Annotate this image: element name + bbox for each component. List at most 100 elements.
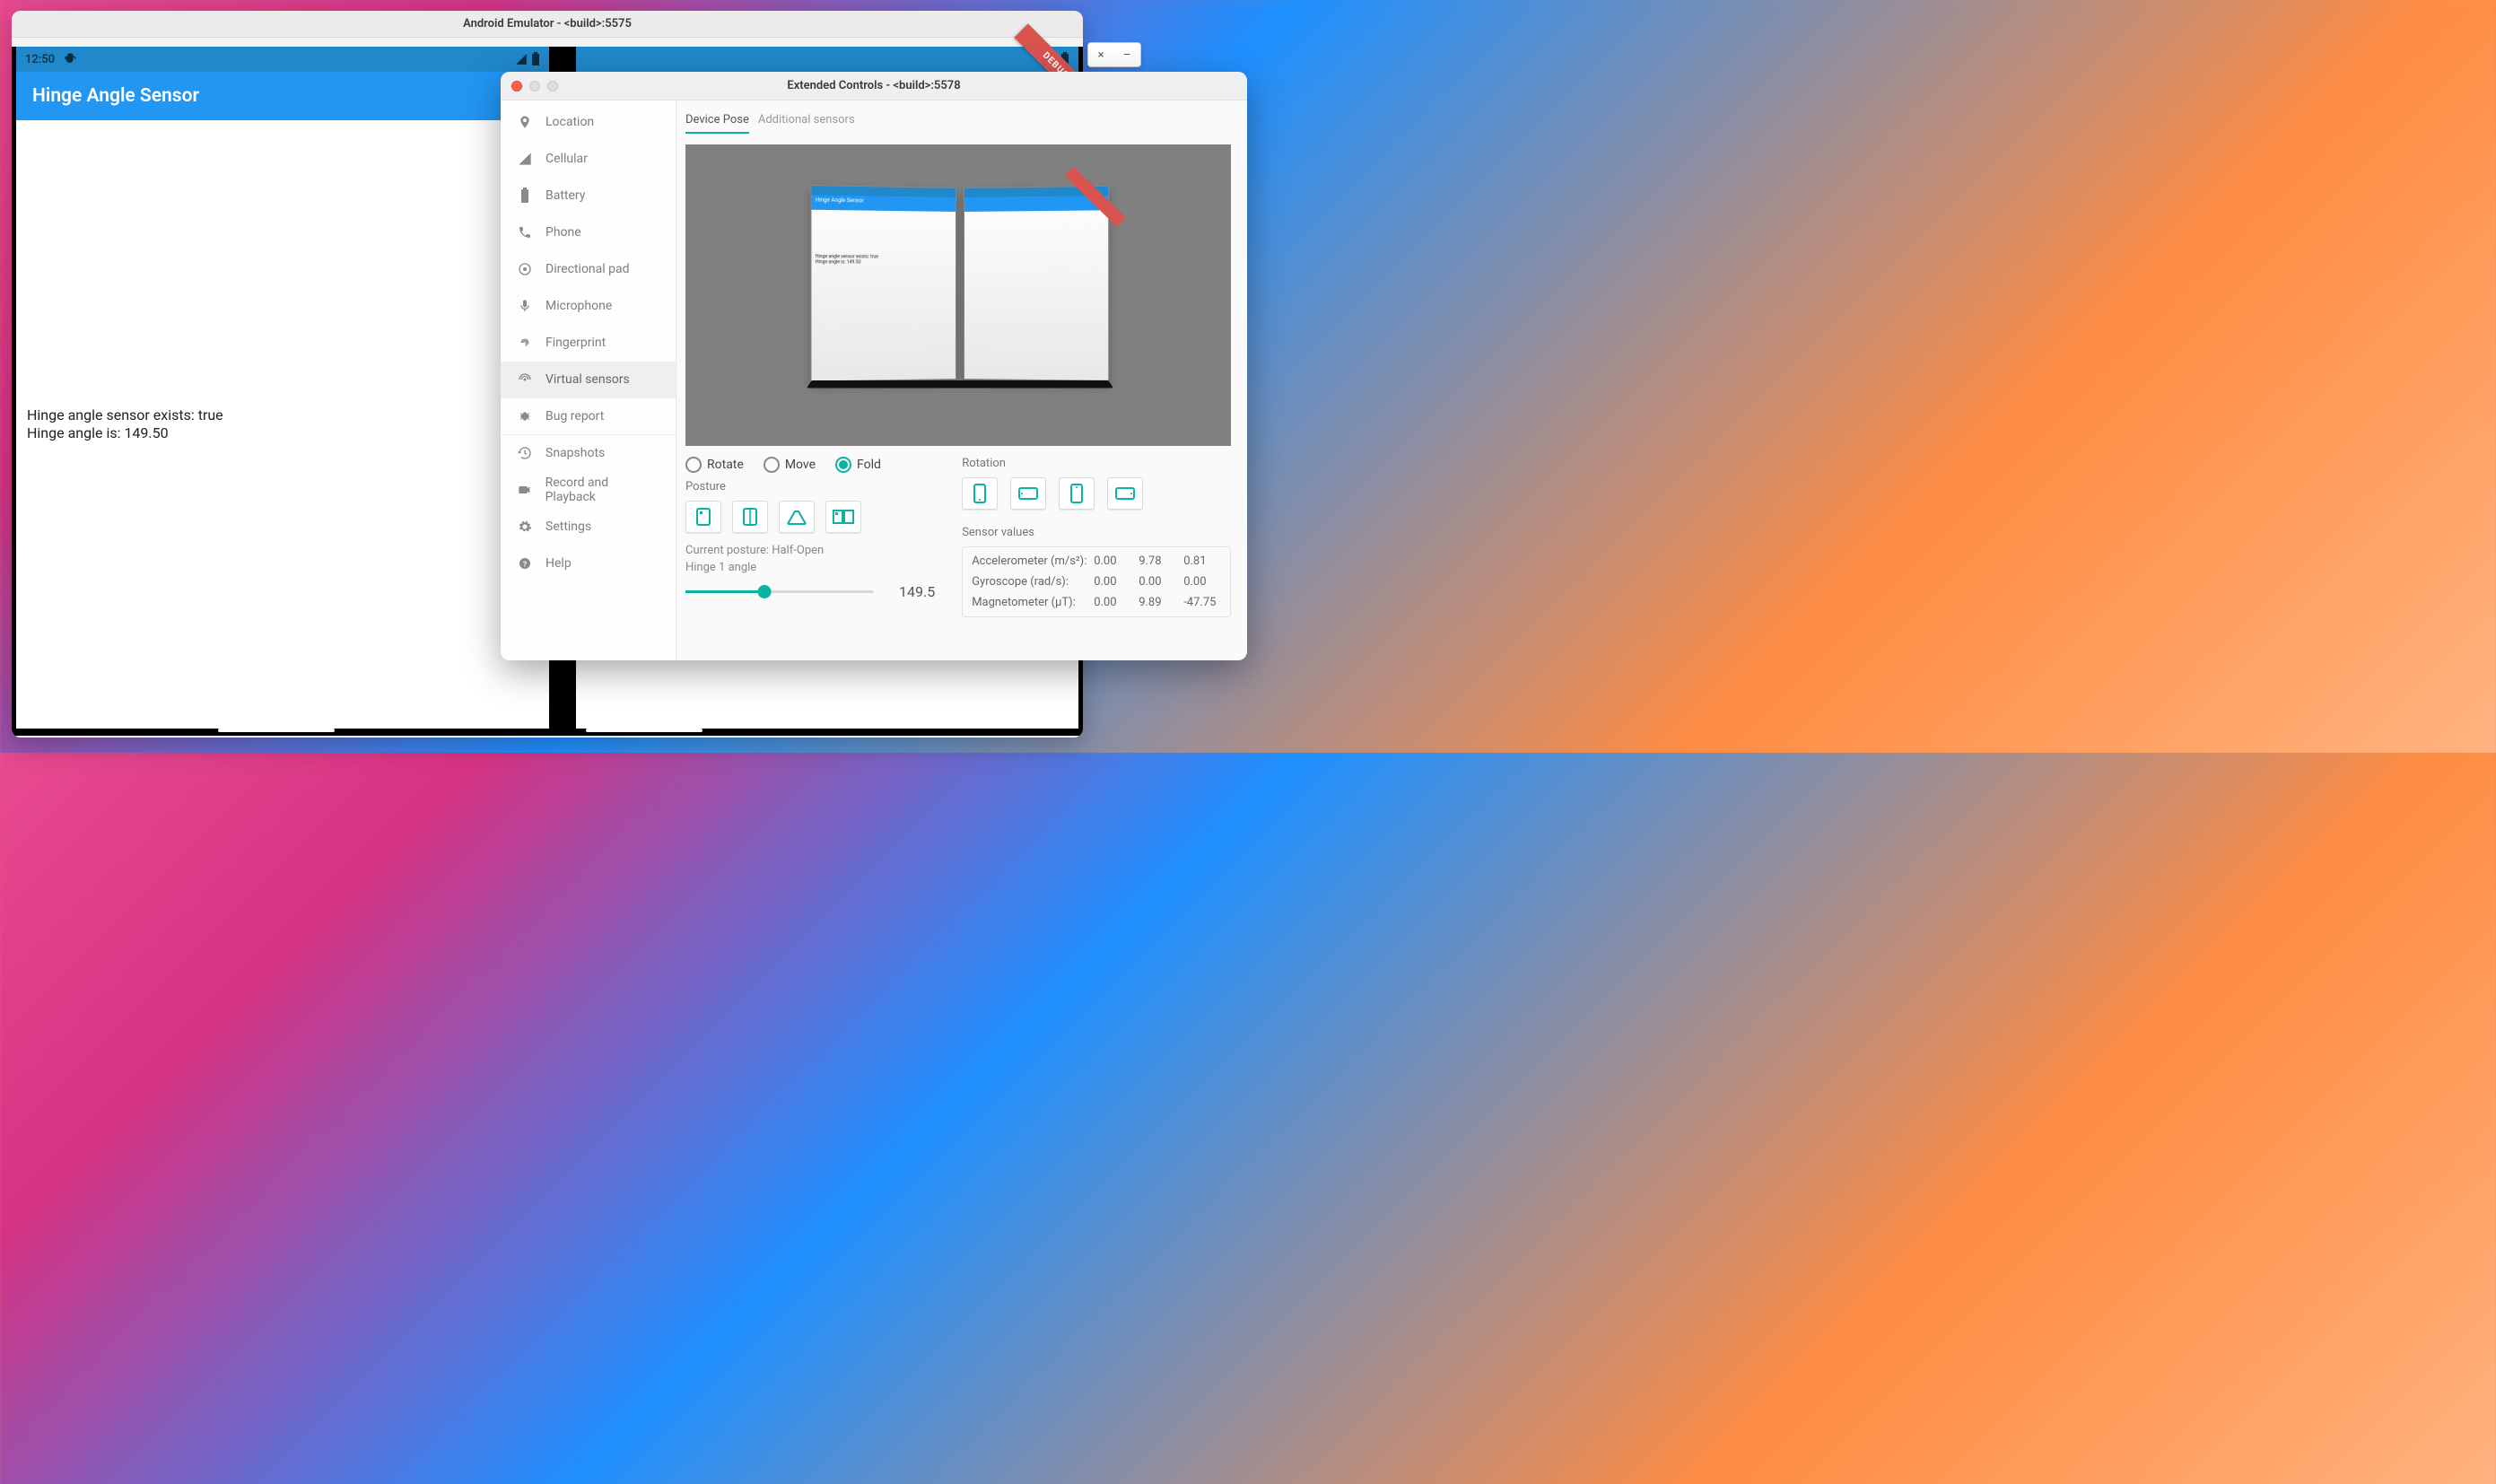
sidebar-item-settings[interactable]: Settings	[501, 509, 676, 546]
gesture-bar-left[interactable]	[218, 729, 335, 732]
sidebar-item-phone[interactable]: Phone	[501, 214, 676, 251]
location-icon	[517, 114, 533, 130]
help-icon: ?	[517, 555, 533, 572]
hinge-angle-slider[interactable]	[685, 590, 874, 593]
window-minimize-button[interactable]	[529, 81, 540, 92]
android-status-bar-right: DEBUG	[576, 47, 1078, 72]
sidebar-item-label: Virtual sensors	[545, 372, 630, 387]
mag-y: 9.89	[1139, 596, 1173, 609]
magnetometer-label: Magnetometer (µT):	[972, 596, 1088, 609]
pose-mode-radios: Rotate Move Fold	[685, 457, 935, 473]
sidebar-item-label: Directional pad	[545, 262, 630, 276]
phone-icon	[517, 224, 533, 240]
sidebar-item-fingerprint[interactable]: Fingerprint	[501, 325, 676, 362]
emulator-title: Android Emulator - <build>:5575	[463, 17, 632, 31]
device-left-display: 12:50 Hinge Angl	[16, 47, 549, 729]
body-line-1: Hinge angle sensor exists: true	[27, 406, 538, 424]
gyro-y: 0.00	[1139, 575, 1173, 589]
extended-controls-window: Extended Controls - <build>:5578 Locatio…	[501, 72, 1247, 660]
extended-tabs: Device Pose Additional sensors	[685, 113, 1231, 134]
hinge-angle-value: 149.5	[899, 583, 935, 600]
sidebar-item-dpad[interactable]: Directional pad	[501, 251, 676, 288]
sidebar-item-label: Help	[545, 556, 572, 571]
window-close-button[interactable]	[511, 81, 522, 92]
sidebar-item-record[interactable]: Record and Playback	[501, 472, 676, 509]
extended-title: Extended Controls - <build>:5578	[787, 79, 960, 92]
sidebar-item-label: Phone	[545, 225, 581, 240]
dpad-icon	[517, 261, 533, 277]
app-body: Hinge angle sensor exists: true Hinge an…	[16, 120, 549, 729]
sidebar-item-location[interactable]: Location	[501, 104, 676, 141]
gesture-bar-right[interactable]	[586, 729, 703, 732]
accel-y: 9.78	[1139, 554, 1173, 568]
sidebar-item-label: Cellular	[545, 152, 588, 166]
sensor-values-box: Accelerometer (m/s²): 0.00 9.78 0.81 Gyr…	[962, 546, 1231, 617]
tab-device-pose[interactable]: Device Pose	[685, 113, 749, 134]
posture-half-open-button[interactable]	[779, 501, 815, 533]
sidebar-item-label: Snapshots	[545, 446, 605, 460]
window-zoom-button[interactable]	[547, 81, 558, 92]
accel-x: 0.00	[1094, 554, 1128, 568]
radio-rotate[interactable]: Rotate	[685, 457, 744, 473]
svg-text:?: ?	[523, 560, 527, 569]
posture-flat-button[interactable]	[732, 501, 768, 533]
sensor-values-heading: Sensor values	[962, 526, 1231, 539]
rotation-portrait-rev-button[interactable]	[1059, 477, 1095, 510]
background-window-controls[interactable]: × –	[1087, 42, 1141, 67]
preview-left-screen: Hinge Angle Sensor Hinge angle sensor ex…	[810, 185, 956, 381]
slider-thumb[interactable]	[758, 585, 772, 598]
gear-icon	[517, 519, 533, 535]
radio-icon	[685, 457, 702, 473]
radio-move[interactable]: Move	[764, 457, 816, 473]
extended-titlebar[interactable]: Extended Controls - <build>:5578	[501, 72, 1247, 100]
pose-3d-preview[interactable]: Hinge Angle Sensor Hinge angle sensor ex…	[685, 144, 1231, 446]
posture-open-button[interactable]	[825, 501, 861, 533]
gyro-x: 0.00	[1094, 575, 1128, 589]
body-line-2: Hinge angle is: 149.50	[27, 424, 538, 442]
radio-icon	[764, 457, 780, 473]
rotation-landscape-button[interactable]	[1010, 477, 1046, 510]
sidebar-item-battery[interactable]: Battery	[501, 178, 676, 214]
battery-icon	[531, 52, 540, 66]
extended-main: Device Pose Additional sensors Hinge Ang…	[676, 100, 1247, 660]
rotation-label: Rotation	[962, 457, 1231, 470]
preview-base	[807, 380, 1113, 388]
sidebar-item-bug-report[interactable]: Bug report	[501, 398, 676, 435]
preview-right-screen	[964, 186, 1109, 381]
extended-sidebar: Location Cellular Battery Phone Directio…	[501, 100, 676, 660]
sidebar-item-label: Fingerprint	[545, 336, 606, 350]
battery-icon	[517, 188, 533, 204]
accel-z: 0.81	[1183, 554, 1217, 568]
minimize-icon[interactable]: –	[1123, 48, 1131, 62]
traffic-lights	[511, 81, 558, 92]
close-icon[interactable]: ×	[1098, 48, 1104, 62]
sidebar-item-label: Bug report	[545, 409, 604, 423]
gyro-z: 0.00	[1183, 575, 1217, 589]
radio-fold[interactable]: Fold	[835, 457, 881, 473]
rotation-portrait-button[interactable]	[962, 477, 998, 510]
sidebar-item-cellular[interactable]: Cellular	[501, 141, 676, 178]
app-bar: Hinge Angle Sensor	[16, 72, 549, 120]
tab-additional-sensors[interactable]: Additional sensors	[758, 113, 855, 134]
sensors-icon	[517, 371, 533, 388]
radio-icon	[835, 457, 851, 473]
sidebar-item-help[interactable]: ? Help	[501, 546, 676, 582]
fingerprint-icon	[517, 335, 533, 351]
posture-closed-button[interactable]	[685, 501, 721, 533]
sidebar-item-label: Record and Playback	[545, 476, 659, 504]
status-agent-icon	[64, 52, 78, 66]
sidebar-item-virtual-sensors[interactable]: Virtual sensors	[501, 362, 676, 398]
gyroscope-label: Gyroscope (rad/s):	[972, 575, 1088, 589]
android-status-bar: 12:50	[16, 47, 549, 72]
app-title: Hinge Angle Sensor	[32, 85, 199, 107]
rotation-landscape-rev-button[interactable]	[1107, 477, 1143, 510]
emulator-titlebar[interactable]: Android Emulator - <build>:5575	[12, 11, 1083, 38]
sidebar-item-microphone[interactable]: Microphone	[501, 288, 676, 325]
sidebar-item-snapshots[interactable]: Snapshots	[501, 435, 676, 472]
current-posture: Current posture: Half-Open	[685, 544, 935, 557]
signal-icon	[517, 151, 533, 167]
history-icon	[517, 445, 533, 461]
microphone-icon	[517, 298, 533, 314]
mag-z: -47.75	[1183, 596, 1217, 609]
camera-icon	[517, 482, 533, 498]
